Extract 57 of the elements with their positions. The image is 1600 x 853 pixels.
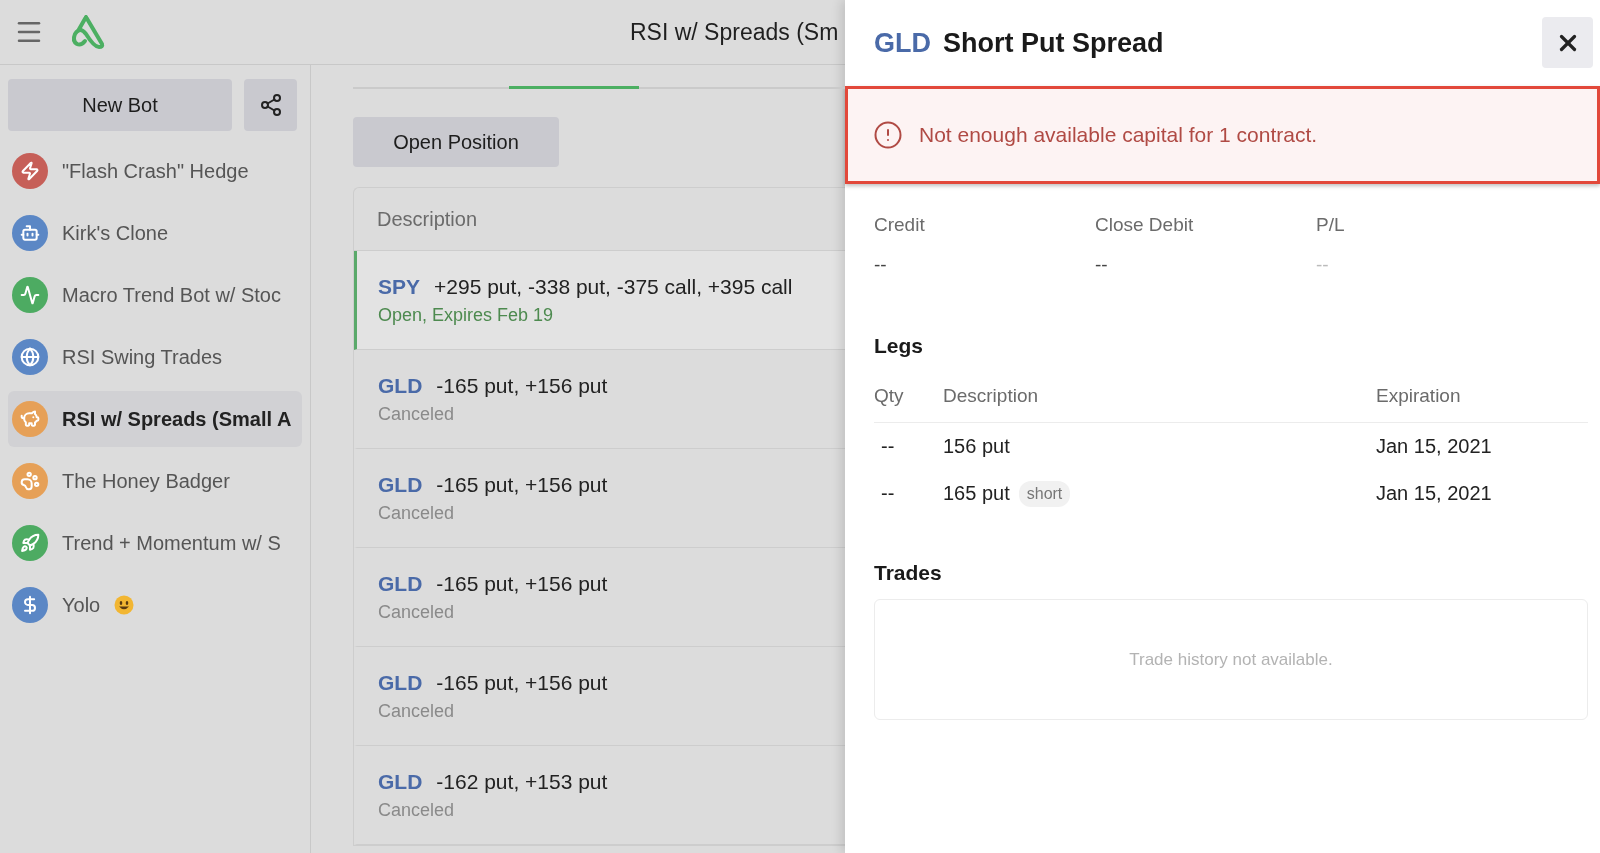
alert-icon [873, 120, 903, 150]
sidebar-item[interactable]: RSI w/ Spreads (Small A [8, 391, 302, 447]
table-cell: Jan 15, 2021 [1376, 435, 1492, 458]
sidebar-item[interactable]: Kirk's Clone [8, 205, 302, 261]
empty-message: Trade history not available. [1129, 649, 1333, 670]
sidebar-item[interactable]: Macro Trend Bot w/ Stoc [8, 267, 302, 323]
table-cell: 156 put [943, 435, 1010, 458]
status-text: Canceled [378, 800, 455, 821]
table-cell: 165 put [943, 482, 1010, 505]
table-cell-text: -- [880, 435, 895, 458]
legs-text: -162 put, +153 put [436, 770, 608, 794]
share-icon [258, 93, 283, 117]
tag: short [1018, 480, 1071, 507]
stat-value: -- [1316, 254, 1329, 276]
ticker-symbol: GLD [378, 770, 423, 794]
status-text: Canceled [378, 602, 455, 623]
table-cell: Jan 15, 2021 [1376, 482, 1492, 505]
open-position-button[interactable]: Open Position [353, 117, 559, 167]
stat-value: -- [1095, 254, 1108, 276]
sidebar-item[interactable]: "Flash Crash" Hedge [8, 143, 302, 199]
sidebar-item[interactable]: Trend + Momentum w/ S [8, 515, 302, 571]
sidebar-item[interactable]: Yolo [8, 577, 302, 633]
close-button[interactable] [1542, 17, 1593, 68]
legs-text: -165 put, +156 put [436, 374, 608, 398]
ticker-symbol: GLD [378, 473, 423, 497]
ticker-symbol: GLD [378, 671, 423, 695]
ticker-symbol: GLD [378, 572, 423, 596]
column-header: Expiration [1376, 385, 1461, 407]
stat-value: -- [874, 254, 887, 276]
status-text: Canceled [378, 503, 455, 524]
page-title: RSI w/ Spreads (Sm [630, 18, 839, 46]
share-button[interactable] [244, 79, 297, 131]
stat-label: P/L [1316, 214, 1345, 236]
smiley-icon [114, 595, 135, 615]
column-header: Qty [874, 385, 904, 407]
ticker-symbol: SPY [378, 275, 421, 299]
ticker-symbol: GLD [378, 374, 423, 398]
section-heading: Legs [874, 334, 924, 358]
legs-text: -165 put, +156 put [436, 671, 608, 695]
status-text: Canceled [378, 404, 455, 425]
stat-label: Close Debit [1095, 214, 1194, 236]
status-text: Canceled [378, 701, 455, 722]
legs-text: +295 put, -338 put, -375 call, +395 call [434, 275, 793, 299]
column-header: Description [943, 385, 1039, 407]
sidebar-item[interactable]: RSI Swing Trades [8, 329, 302, 385]
alert-text: Not enough available capital for 1 contract. [919, 123, 1318, 147]
legs-text: -165 put, +156 put [436, 473, 608, 497]
table-cell-text: -- [880, 482, 895, 505]
sidebar-item[interactable]: The Honey Badger [8, 453, 302, 509]
legs-text: -165 put, +156 put [436, 572, 608, 596]
stat-label: Credit [874, 214, 925, 236]
section-heading: Trades [874, 561, 943, 585]
new-bot-button[interactable]: New Bot [8, 79, 232, 131]
position-row[interactable]: SPY +295 put, -338 put, -375 call, +395 call Open, Expires Feb 19 [354, 251, 845, 350]
ticker-symbol: GLD [874, 27, 931, 59]
drawer-title: Short Put Spread [943, 27, 1164, 59]
status-text: Open, Expires Feb 19 [378, 305, 554, 326]
